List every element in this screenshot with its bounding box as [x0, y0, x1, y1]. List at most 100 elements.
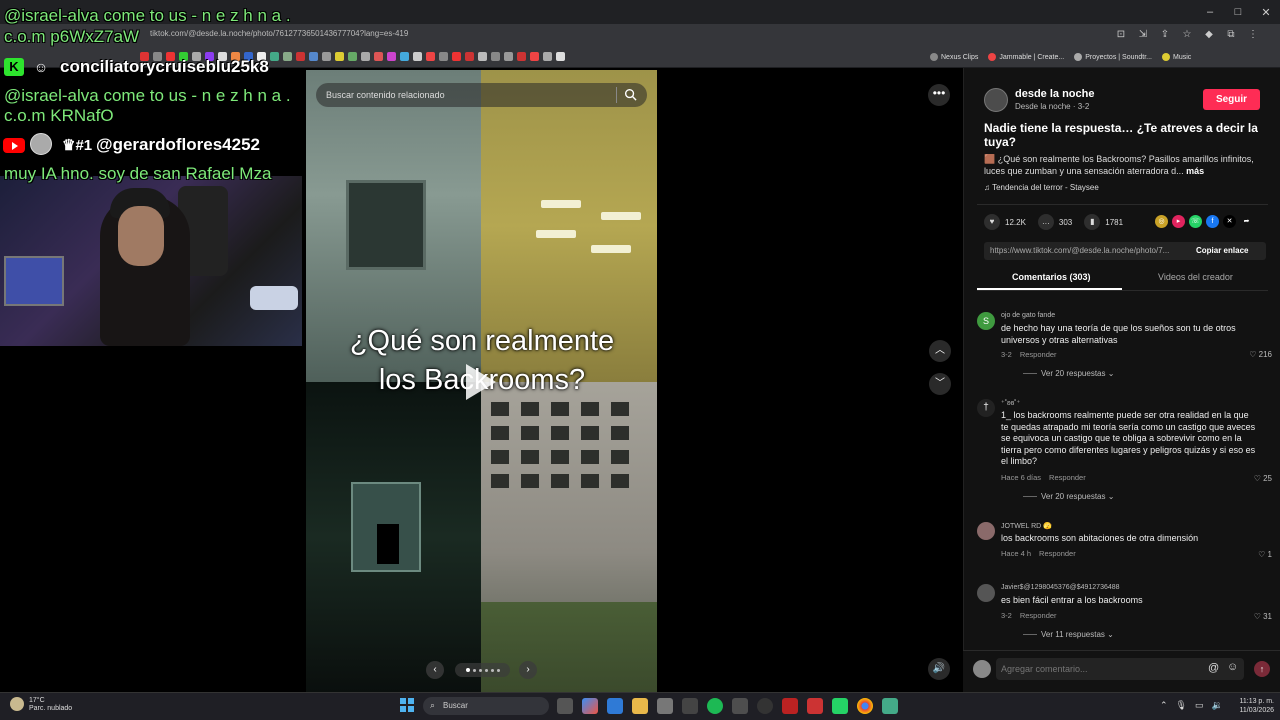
comment-like[interactable]: ♡ 216 — [1249, 350, 1272, 359]
commenter-name[interactable]: JOTWEL RD 🫣 — [1001, 522, 1052, 530]
obs-icon[interactable] — [757, 698, 773, 714]
facebook-icon[interactable]: f — [1206, 215, 1219, 228]
whatsapp-icon[interactable]: ☏ — [1189, 215, 1202, 228]
send-icon[interactable]: ↑ — [1254, 661, 1270, 677]
reply-button[interactable]: Responder — [1020, 350, 1057, 359]
network-icon[interactable]: ▭ — [1195, 700, 1204, 711]
volume-icon[interactable]: 🔊 — [928, 658, 950, 680]
app-icon[interactable] — [682, 698, 698, 714]
star-icon[interactable]: ☆ — [1180, 28, 1194, 42]
next-slide-button[interactable]: › — [519, 661, 537, 679]
app-icon[interactable] — [807, 698, 823, 714]
mention-icon[interactable]: @ — [1208, 662, 1219, 674]
puzzle-icon[interactable]: ⧉ — [1224, 28, 1238, 42]
slide-dot[interactable] — [472, 668, 476, 672]
whatsapp-icon[interactable] — [832, 698, 848, 714]
comment-like[interactable]: ♡ 31 — [1254, 612, 1272, 621]
bookmark-icon[interactable] — [465, 52, 474, 61]
menu-icon[interactable]: ⋮ — [1246, 28, 1260, 42]
reply-button[interactable]: Responder — [1020, 611, 1057, 620]
embed-icon[interactable]: ◎ — [1155, 215, 1168, 228]
close-button[interactable]: ✕ — [1252, 0, 1280, 24]
view-replies-button[interactable]: Ver 20 respuestas ⌄ — [1023, 492, 1114, 501]
comment-like[interactable]: ♡ 1 — [1258, 550, 1272, 559]
bookmark-icon[interactable] — [556, 52, 565, 61]
tab-comments[interactable]: Comentarios (303) — [1012, 272, 1091, 282]
comment-button[interactable]: … 303 — [1037, 214, 1072, 230]
slide-dot[interactable] — [490, 668, 494, 672]
volume-icon[interactable]: 🔉 — [1212, 700, 1223, 711]
maximize-button[interactable]: □ — [1224, 0, 1252, 24]
copilot-icon[interactable] — [582, 698, 598, 714]
extension-icon[interactable]: ◆ — [1202, 28, 1216, 42]
taskbar-search[interactable] — [423, 697, 549, 715]
bookmark-icon[interactable] — [374, 52, 383, 61]
play-icon[interactable] — [466, 364, 496, 400]
url-text[interactable]: tiktok.com/@desde.la.noche/photo/7612773… — [150, 29, 408, 38]
bookmark-icon[interactable] — [452, 52, 461, 61]
translate-icon[interactable]: ⊡ — [1114, 28, 1128, 42]
chevron-up-icon[interactable]: ⌃ — [1160, 700, 1168, 711]
music-link[interactable]: ♫ Tendencia del terror - Staysee — [984, 183, 1099, 192]
slide-dot[interactable] — [484, 668, 488, 672]
clock[interactable]: 11:13 p. m. 11/03/2026 — [1228, 697, 1274, 715]
bookmark-nexus-clips[interactable]: Nexus Clips — [930, 53, 978, 61]
slide-dot[interactable] — [465, 668, 470, 672]
slide-dot[interactable] — [478, 668, 482, 672]
bookmark-jammable[interactable]: Jammable | Create... — [988, 53, 1064, 61]
comment-like[interactable]: ♡ 25 — [1254, 474, 1272, 483]
previous-slide-button[interactable]: ‹ — [426, 661, 444, 679]
comment-input[interactable] — [996, 658, 1244, 680]
bookmark-music[interactable]: Music — [1162, 53, 1191, 61]
like-button[interactable]: ♥ 12.2K — [984, 214, 1026, 230]
more-link[interactable]: más — [1186, 166, 1204, 176]
file-explorer-icon[interactable] — [632, 698, 648, 714]
bookmark-icon[interactable] — [296, 52, 305, 61]
app-icon[interactable] — [732, 698, 748, 714]
bookmark-icon[interactable] — [309, 52, 318, 61]
bookmark-icon[interactable] — [478, 52, 487, 61]
bookmark-icon[interactable] — [400, 52, 409, 61]
chrome-icon[interactable] — [857, 698, 873, 714]
mail-icon[interactable] — [607, 698, 623, 714]
bookmark-icon[interactable] — [361, 52, 370, 61]
commenter-name[interactable]: ojo de gato fande — [1001, 312, 1055, 319]
spotify-icon[interactable] — [707, 698, 723, 714]
search-icon[interactable] — [624, 88, 637, 101]
microphone-icon[interactable]: 🎙 — [1176, 700, 1187, 711]
commenter-avatar[interactable] — [977, 522, 995, 540]
bookmark-icon[interactable] — [270, 52, 279, 61]
follow-button[interactable]: Seguir — [1203, 89, 1260, 110]
slide-dot[interactable] — [496, 668, 500, 672]
share-arrow-icon[interactable]: ➦ — [1240, 215, 1253, 228]
bookmark-icon[interactable] — [426, 52, 435, 61]
install-icon[interactable]: ⇲ — [1136, 28, 1150, 42]
copy-link-button[interactable]: Copiar enlace — [1196, 246, 1248, 255]
post-link[interactable]: https://www.tiktok.com/@desde.la.noche/p… — [990, 246, 1169, 255]
commenter-name[interactable]: ⁺˚ʚɞ˚⁺ — [1001, 399, 1020, 407]
bookmark-icon[interactable] — [517, 52, 526, 61]
share-icon[interactable]: ⇪ — [1158, 28, 1172, 42]
message-icon[interactable]: ▸ — [1172, 215, 1185, 228]
view-replies-button[interactable]: Ver 20 respuestas ⌄ — [1023, 369, 1114, 378]
bookmark-proyectos[interactable]: Proyectos | Soundtr... — [1074, 53, 1152, 61]
bookmark-icon[interactable] — [283, 52, 292, 61]
author-avatar[interactable] — [984, 88, 1008, 112]
emoji-icon[interactable]: ☺ — [1227, 661, 1238, 673]
bookmark-icon[interactable] — [322, 52, 331, 61]
bookmark-icon[interactable] — [491, 52, 500, 61]
bookmark-icon[interactable] — [387, 52, 396, 61]
view-replies-button[interactable]: Ver 11 respuestas ⌄ — [1023, 630, 1114, 639]
bookmark-icon[interactable] — [530, 52, 539, 61]
bookmark-icon[interactable] — [348, 52, 357, 61]
bookmark-icon[interactable] — [335, 52, 344, 61]
minimize-button[interactable]: – — [1196, 0, 1224, 24]
reply-button[interactable]: Responder — [1049, 473, 1086, 482]
commenter-name[interactable]: Javier$@1298045376@$4912736488 — [1001, 584, 1120, 591]
next-video-button[interactable]: ﹀ — [929, 373, 951, 395]
app-icon[interactable] — [782, 698, 798, 714]
app-icon[interactable] — [882, 698, 898, 714]
save-button[interactable]: ▮ 1781 — [1084, 214, 1123, 230]
previous-video-button[interactable]: ︿ — [929, 340, 951, 362]
author-name[interactable]: desde la noche — [1015, 88, 1094, 100]
